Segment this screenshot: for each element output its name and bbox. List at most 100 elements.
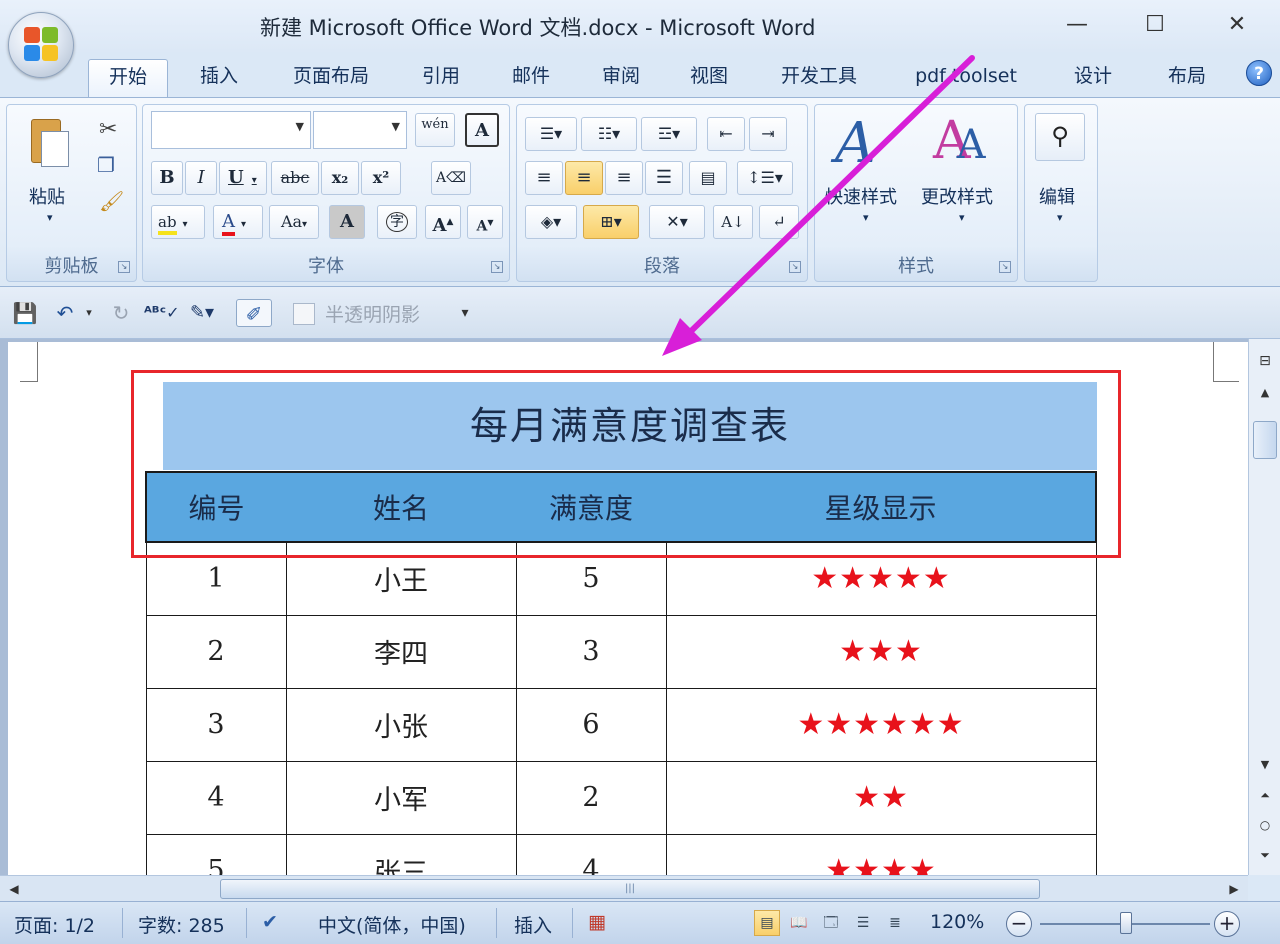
align-left-icon[interactable]: ≡ (525, 161, 563, 195)
bullets-button[interactable]: ☰▾ (525, 117, 577, 151)
font-launcher-icon[interactable]: ↘ (491, 261, 503, 273)
borders-button[interactable]: ⊞▾ (583, 205, 639, 239)
grow-font-button[interactable]: A▲ (425, 205, 461, 239)
help-icon[interactable]: ? (1246, 60, 1272, 86)
office-button[interactable] (8, 12, 74, 78)
sort-icon[interactable]: A↓ (713, 205, 753, 239)
close-button[interactable]: ✕ (1217, 10, 1257, 42)
zoom-in-icon[interactable]: + (1214, 911, 1240, 937)
superscript-button[interactable]: x² (361, 161, 401, 195)
macro-record-icon[interactable]: ▦ (588, 911, 606, 933)
page-indicator[interactable]: 页面: 1/2 (14, 911, 95, 938)
tab-developer[interactable]: 开发工具 (766, 59, 872, 95)
distribute-icon[interactable]: ▤ (689, 161, 727, 195)
underline-button[interactable]: U ▾ (219, 161, 267, 195)
undo-icon[interactable]: ↶ (50, 299, 80, 327)
editing-label[interactable]: 编辑 (1039, 183, 1075, 209)
editing-dropdown-icon[interactable]: ▾ (1057, 211, 1063, 224)
change-styles-label[interactable]: 更改样式 (921, 183, 993, 209)
ruler-toggle-icon[interactable]: ⊟ (1252, 349, 1278, 373)
tab-view[interactable]: 视图 (676, 59, 742, 95)
zoom-slider-thumb[interactable] (1120, 912, 1132, 934)
paragraph-launcher-icon[interactable]: ↘ (789, 261, 801, 273)
outline-view-icon[interactable]: ☰ (850, 910, 876, 936)
language-indicator[interactable]: 中文(简体，中国) (318, 911, 466, 938)
align-center-icon[interactable]: ≡ (565, 161, 603, 195)
cut-icon[interactable]: ✂ (99, 117, 117, 142)
undo-dropdown-icon[interactable]: ▾ (82, 299, 96, 327)
word-count[interactable]: 字数: 285 (138, 911, 225, 938)
insert-mode[interactable]: 插入 (514, 911, 552, 938)
save-icon[interactable]: 💾 (12, 299, 38, 327)
align-right-icon[interactable]: ≡ (605, 161, 643, 195)
font-size-combo[interactable]: ▼ (313, 111, 407, 149)
web-layout-icon[interactable]: 🗔 (818, 910, 844, 936)
quick-styles-icon[interactable]: A (835, 111, 905, 181)
document-page[interactable]: 每月满意度调查表 编号 姓名 满意度 星级显示 1 小王 5 ★★★★★ 2 李… (8, 342, 1248, 875)
shrink-font-button[interactable]: A▼ (467, 205, 503, 239)
horizontal-scroll-thumb[interactable]: ||| (220, 879, 1040, 899)
vertical-scroll-thumb[interactable] (1253, 421, 1277, 459)
bold-button[interactable]: B (151, 161, 183, 195)
tab-layout[interactable]: 布局 (1154, 59, 1220, 95)
font-color-button[interactable]: A ▾ (213, 205, 263, 239)
minimize-button[interactable]: — (1057, 10, 1097, 42)
highlight-color-button[interactable]: ab ▾ (151, 205, 205, 239)
spelling-check-icon[interactable]: ᴬᴮᶜ✓ (144, 299, 180, 327)
multilevel-list-button[interactable]: ☲▾ (641, 117, 697, 151)
horizontal-scrollbar[interactable]: ◀ ||| ▶ (0, 875, 1248, 901)
pen-color-icon[interactable]: ✎▾ (184, 299, 220, 327)
change-styles-dropdown-icon[interactable]: ▾ (959, 211, 965, 224)
character-border-button[interactable]: A (465, 113, 499, 147)
tab-page-layout[interactable]: 页面布局 (278, 59, 384, 95)
tab-references[interactable]: 引用 (408, 59, 474, 95)
scroll-left-icon[interactable]: ◀ (4, 879, 24, 899)
draft-view-icon[interactable]: ≣ (882, 910, 908, 936)
clipboard-launcher-icon[interactable]: ↘ (118, 261, 130, 273)
subscript-button[interactable]: x₂ (321, 161, 359, 195)
italic-button[interactable]: I (185, 161, 217, 195)
tab-pdf-toolset[interactable]: pdf toolset (898, 59, 1034, 95)
format-painter-icon[interactable]: 🖌 (99, 189, 124, 213)
draw-table-icon[interactable]: ✐ (236, 299, 272, 327)
clear-formatting-icon[interactable]: A⌫ (431, 161, 471, 195)
zoom-level[interactable]: 120% (930, 911, 984, 933)
quick-styles-dropdown-icon[interactable]: ▾ (863, 211, 869, 224)
asian-layout-button[interactable]: ✕▾ (649, 205, 705, 239)
numbering-button[interactable]: ☷▾ (581, 117, 637, 151)
tab-review[interactable]: 审阅 (588, 59, 654, 95)
enclose-characters-button[interactable]: 字 (377, 205, 417, 239)
customize-toolbar-icon[interactable]: ▾ (455, 299, 475, 327)
select-browse-object-icon[interactable]: ○ (1252, 813, 1278, 837)
strikethrough-button[interactable]: abc (271, 161, 319, 195)
vertical-scrollbar[interactable]: ⊟ ▲ ▼ ⏶ ○ ⏷ (1248, 339, 1280, 875)
paste-label[interactable]: 粘贴 (29, 183, 65, 209)
character-shading-button[interactable]: A (329, 205, 365, 239)
decrease-indent-icon[interactable]: ⇤ (707, 117, 745, 151)
full-screen-reading-icon[interactable]: 📖 (786, 910, 812, 936)
scroll-down-icon[interactable]: ▼ (1252, 753, 1278, 777)
styles-launcher-icon[interactable]: ↘ (999, 261, 1011, 273)
print-layout-view-icon[interactable]: ▤ (754, 910, 780, 936)
maximize-button[interactable]: ☐ (1135, 10, 1175, 42)
copy-icon[interactable]: ❐ (97, 153, 115, 177)
tab-insert[interactable]: 插入 (186, 59, 252, 95)
font-name-combo[interactable]: ▼ (151, 111, 311, 149)
tab-design[interactable]: 设计 (1060, 59, 1126, 95)
redo-icon[interactable]: ↻ (108, 299, 134, 327)
zoom-out-icon[interactable]: − (1006, 911, 1032, 937)
next-page-icon[interactable]: ⏷ (1252, 843, 1278, 867)
tab-home[interactable]: 开始 (88, 59, 168, 99)
paste-icon[interactable] (27, 115, 71, 171)
quick-styles-label[interactable]: 快速样式 (825, 183, 897, 209)
shading-button[interactable]: ◈▾ (525, 205, 577, 239)
phonetic-guide-button[interactable]: wén (415, 113, 455, 147)
line-spacing-button[interactable]: ↕☰▾ (737, 161, 793, 195)
change-case-button[interactable]: Aa▾ (269, 205, 319, 239)
paste-dropdown-icon[interactable]: ▾ (47, 211, 53, 224)
translucent-shadow-checkbox[interactable] (293, 303, 315, 325)
increase-indent-icon[interactable]: ⇥ (749, 117, 787, 151)
scroll-right-icon[interactable]: ▶ (1224, 879, 1244, 899)
scroll-up-icon[interactable]: ▲ (1252, 381, 1278, 405)
previous-page-icon[interactable]: ⏶ (1252, 783, 1278, 807)
